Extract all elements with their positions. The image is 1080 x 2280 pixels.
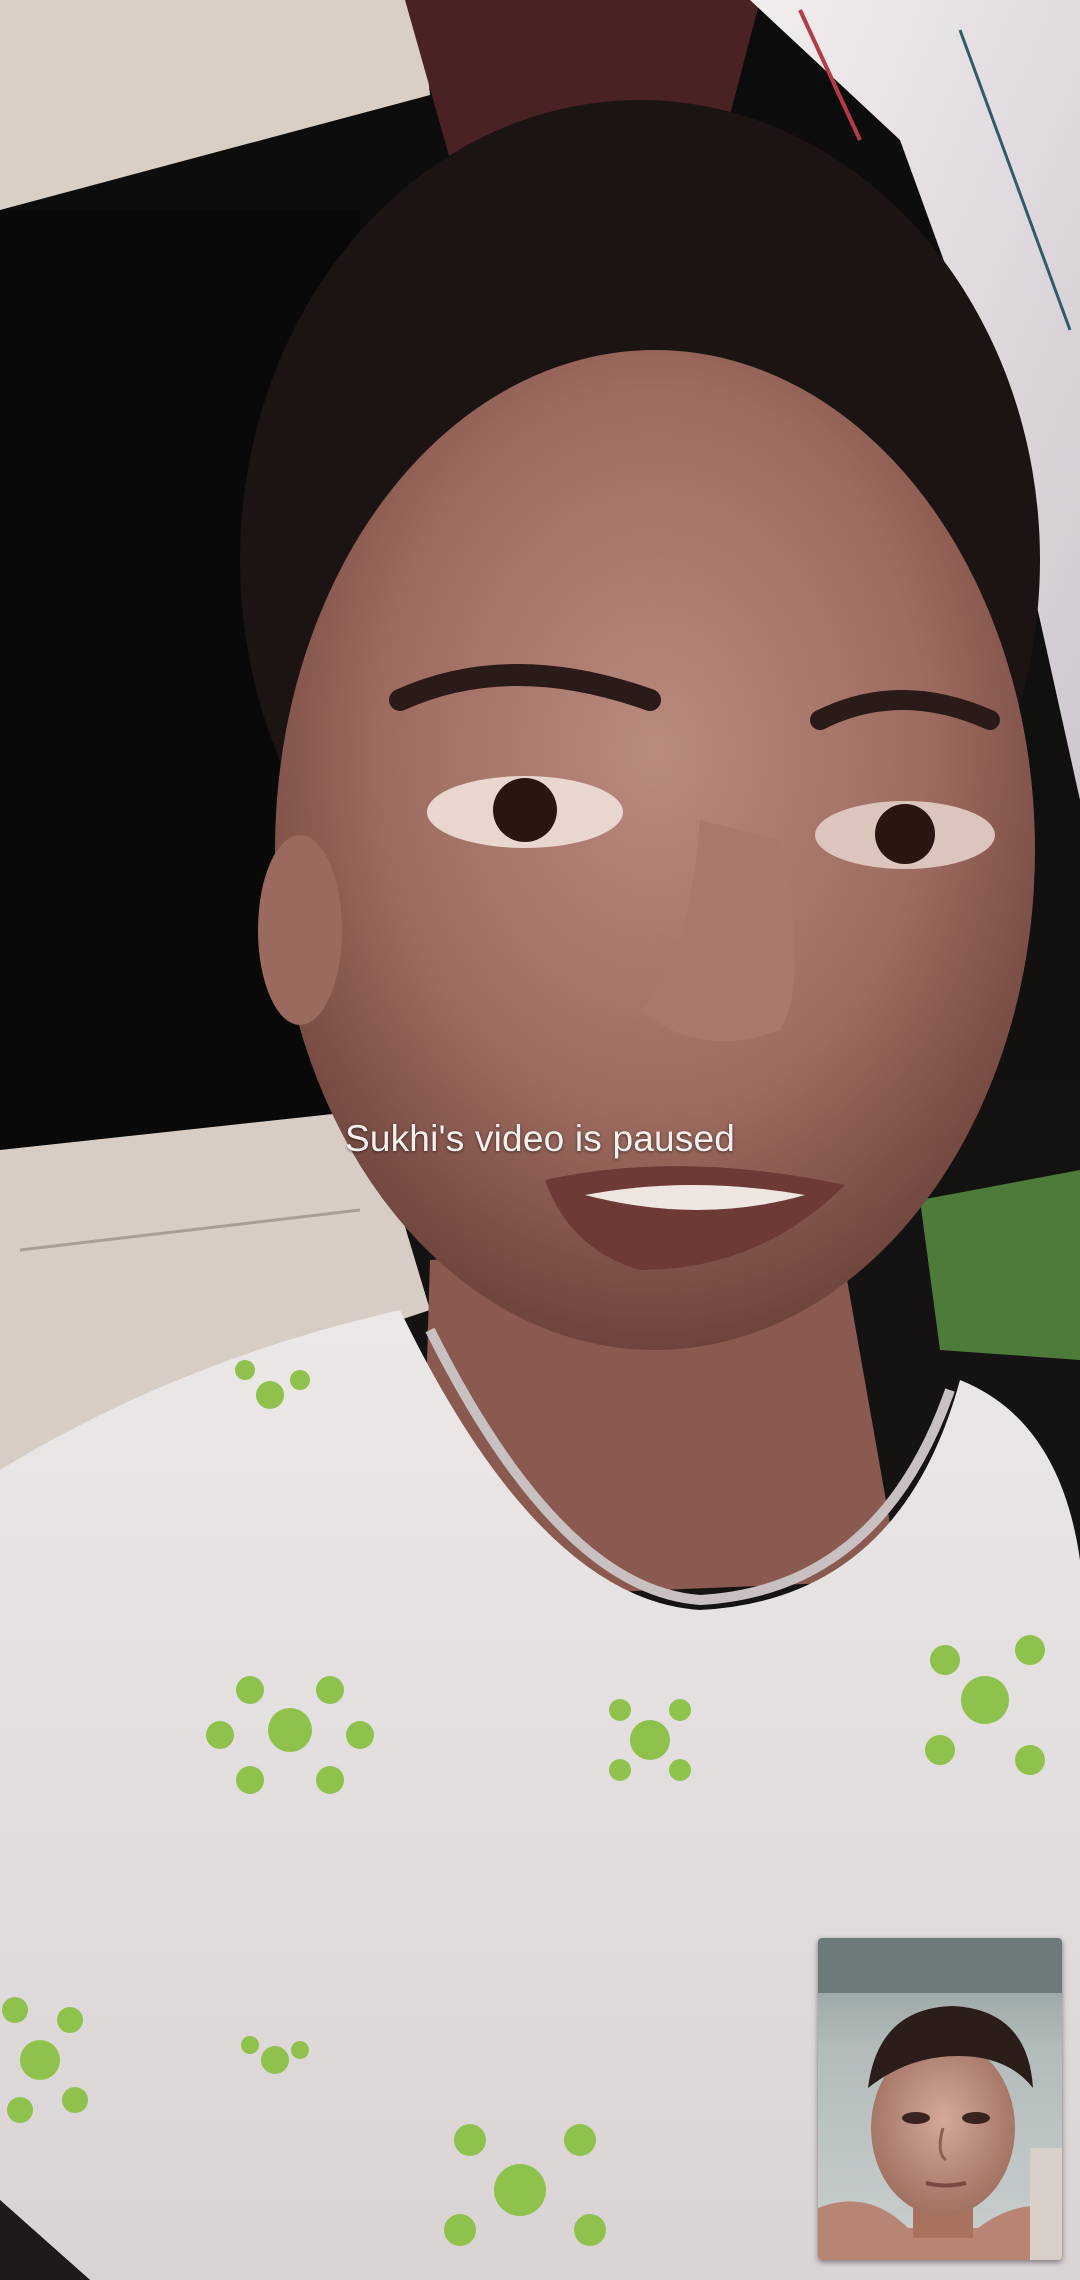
video-paused-message: Sukhi's video is paused bbox=[344, 1118, 736, 1159]
self-view-image bbox=[818, 1938, 1062, 2260]
video-call-screen: Sukhi's video is paused bbox=[0, 0, 1080, 2280]
self-view-thumbnail[interactable] bbox=[818, 1938, 1062, 2260]
